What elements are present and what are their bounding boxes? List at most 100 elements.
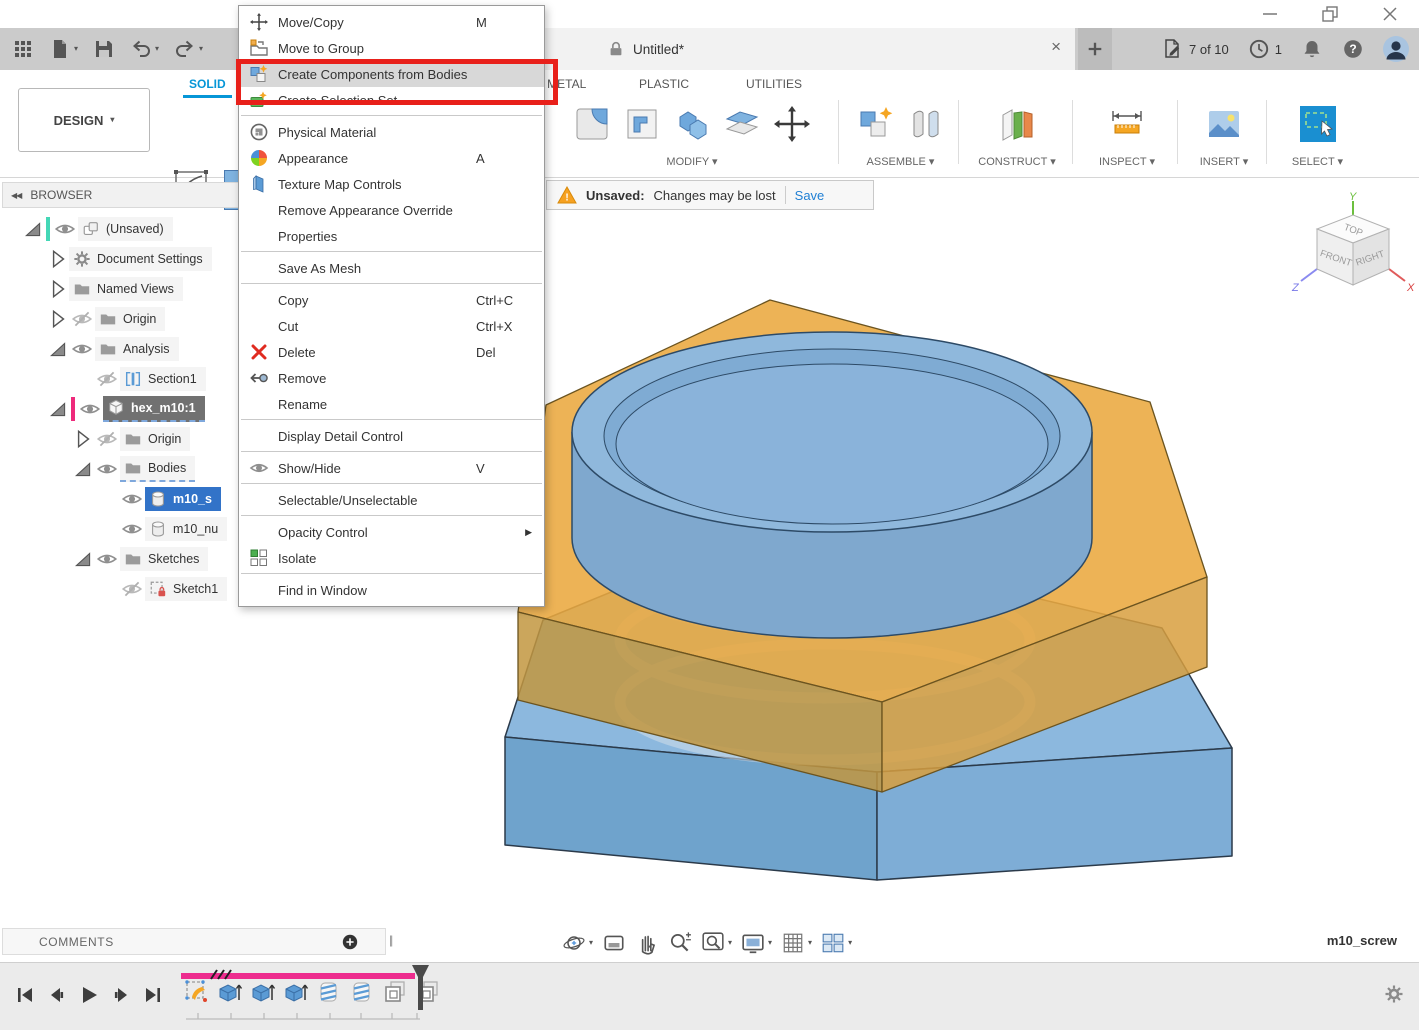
tree-item[interactable]: m10_nu (145, 517, 227, 541)
pan-button[interactable] (635, 931, 659, 955)
menu-item-copy[interactable]: CopyCtrl+C (239, 287, 544, 313)
comment-add-icon[interactable] (341, 933, 359, 951)
menu-item-delete[interactable]: DeleteDel (239, 339, 544, 365)
view-cube[interactable]: Y Z X TOP FRONT RIGHT (1290, 185, 1418, 315)
tab-solid[interactable]: SOLID (183, 73, 232, 98)
menu-item-display-detail-control[interactable]: Display Detail Control (239, 423, 544, 449)
menu-item-rename[interactable]: Rename (239, 391, 544, 417)
chevron-down-icon[interactable]: ▾ (199, 45, 203, 53)
menu-item-remove[interactable]: Remove (239, 365, 544, 391)
minimize-icon[interactable] (1254, 3, 1286, 25)
ribbon-group-label[interactable]: MODIFY ▾ (548, 155, 836, 168)
bell-icon[interactable] (1301, 38, 1323, 60)
collapse-arrow-icon[interactable] (47, 338, 69, 360)
visibility-on-icon[interactable] (119, 488, 145, 510)
app-grid-button[interactable] (12, 38, 34, 60)
look-at-button[interactable] (602, 931, 626, 955)
document-tab[interactable]: Untitled* × (545, 28, 1075, 70)
tree-item[interactable]: Named Views (69, 277, 183, 301)
activity-clock[interactable]: 1 (1248, 38, 1282, 60)
tree-item[interactable]: Analysis (95, 337, 179, 361)
orbit-button[interactable]: ▾ (562, 931, 593, 955)
ribbon-group-label[interactable]: SELECT ▾ (1270, 155, 1365, 168)
visibility-on-icon[interactable] (119, 518, 145, 540)
avatar[interactable] (1383, 36, 1409, 62)
tree-item[interactable]: Sketches (120, 547, 208, 571)
gear-icon[interactable] (1384, 984, 1404, 1004)
collapse-arrow-icon[interactable] (72, 458, 94, 480)
menu-item-properties[interactable]: Properties (239, 223, 544, 249)
visibility-off-icon[interactable] (69, 308, 95, 330)
tree-item[interactable]: hex_m10:1 (103, 396, 205, 422)
chevron-down-icon[interactable]: ▾ (155, 45, 159, 53)
tree-item[interactable]: Bodies (120, 456, 195, 482)
menu-item-opacity-control[interactable]: Opacity Control▶ (239, 519, 544, 545)
restore-icon[interactable] (1314, 3, 1346, 25)
chevron-down-icon[interactable]: ▾ (848, 939, 852, 947)
visibility-on-icon[interactable] (69, 338, 95, 360)
visibility-off-icon[interactable] (94, 368, 120, 390)
menu-item-physical-material[interactable]: Physical Material (239, 119, 544, 145)
display-settings-button[interactable]: ▾ (741, 931, 772, 955)
visibility-on-icon[interactable] (94, 548, 120, 570)
tree-item[interactable]: Sketch1 (145, 577, 227, 601)
expand-arrow-icon[interactable] (47, 308, 69, 330)
tree-item[interactable]: Origin (95, 307, 165, 331)
zoom-button[interactable] (668, 931, 692, 955)
tab-close-icon[interactable]: × (1051, 38, 1061, 55)
chevron-down-icon[interactable]: ▾ (808, 939, 812, 947)
panel-resize-handle[interactable]: || (389, 933, 391, 947)
version-status[interactable]: 7 of 10 (1162, 38, 1229, 60)
visibility-on-icon[interactable] (77, 398, 103, 420)
menu-item-show-hide[interactable]: Show/HideV (239, 455, 544, 481)
grid-button[interactable]: ▾ (781, 931, 812, 955)
plane-icon[interactable] (997, 104, 1037, 144)
new-tab-button[interactable] (1078, 28, 1112, 70)
menu-item-move-to-group[interactable]: Move to Group (239, 35, 544, 61)
comments-panel[interactable]: COMMENTS (2, 928, 386, 955)
menu-item-move-copy[interactable]: Move/CopyM (239, 9, 544, 35)
ribbon-group-label[interactable]: INSPECT ▾ (1077, 155, 1177, 168)
ribbon-group-label[interactable]: INSERT ▾ (1182, 155, 1266, 168)
ribbon-group-label[interactable]: ASSEMBLE ▾ (843, 155, 958, 168)
collapse-arrow-icon[interactable] (72, 548, 94, 570)
redo-button[interactable]: ▾ (174, 38, 203, 60)
tab-utilities[interactable]: UTILITIES (740, 73, 808, 95)
visibility-on-icon[interactable] (52, 218, 78, 240)
tree-item[interactable]: Document Settings (69, 247, 212, 271)
viewports-button[interactable]: ▾ (821, 931, 852, 955)
fillet-icon[interactable] (572, 104, 612, 144)
collapse-arrow-icon[interactable] (47, 398, 69, 420)
undo-button[interactable]: ▾ (130, 38, 159, 60)
new-component-icon[interactable] (856, 104, 896, 144)
image-icon[interactable] (1204, 104, 1244, 144)
tree-item[interactable]: m10_s (145, 487, 221, 511)
menu-item-remove-appearance-override[interactable]: Remove Appearance Override (239, 197, 544, 223)
menu-item-save-as-mesh[interactable]: Save As Mesh (239, 255, 544, 281)
file-button[interactable]: ▾ (49, 38, 78, 60)
menu-item-selectable-unselectable[interactable]: Selectable/Unselectable (239, 487, 544, 513)
save-button[interactable]: Save (795, 188, 825, 203)
collapse-panel-icon[interactable]: ◀◀ (11, 191, 21, 200)
menu-item-isolate[interactable]: Isolate (239, 545, 544, 571)
visibility-on-icon[interactable] (94, 458, 120, 480)
press-pull-icon[interactable] (722, 104, 762, 144)
help-icon[interactable]: ? (1342, 38, 1364, 60)
tab-plastic[interactable]: PLASTIC (633, 73, 695, 95)
chevron-down-icon[interactable]: ▾ (74, 45, 78, 53)
tree-item[interactable]: Section1 (120, 367, 206, 391)
joint-icon[interactable] (906, 104, 946, 144)
tree-item[interactable]: (Unsaved) (78, 217, 173, 241)
timeline-playhead[interactable] (412, 965, 429, 1010)
expand-arrow-icon[interactable] (72, 428, 94, 450)
combine-icon[interactable] (672, 104, 712, 144)
select-icon[interactable] (1298, 104, 1338, 144)
chevron-down-icon[interactable]: ▾ (589, 939, 593, 947)
expand-arrow-icon[interactable] (47, 278, 69, 300)
menu-item-appearance[interactable]: AppearanceA (239, 145, 544, 171)
fit-button[interactable]: ▾ (701, 931, 732, 955)
chevron-down-icon[interactable]: ▾ (728, 939, 732, 947)
browser-header[interactable]: ◀◀ BROWSER (2, 182, 240, 208)
menu-item-texture-map-controls[interactable]: Texture Map Controls (239, 171, 544, 197)
shell-icon[interactable] (622, 104, 662, 144)
